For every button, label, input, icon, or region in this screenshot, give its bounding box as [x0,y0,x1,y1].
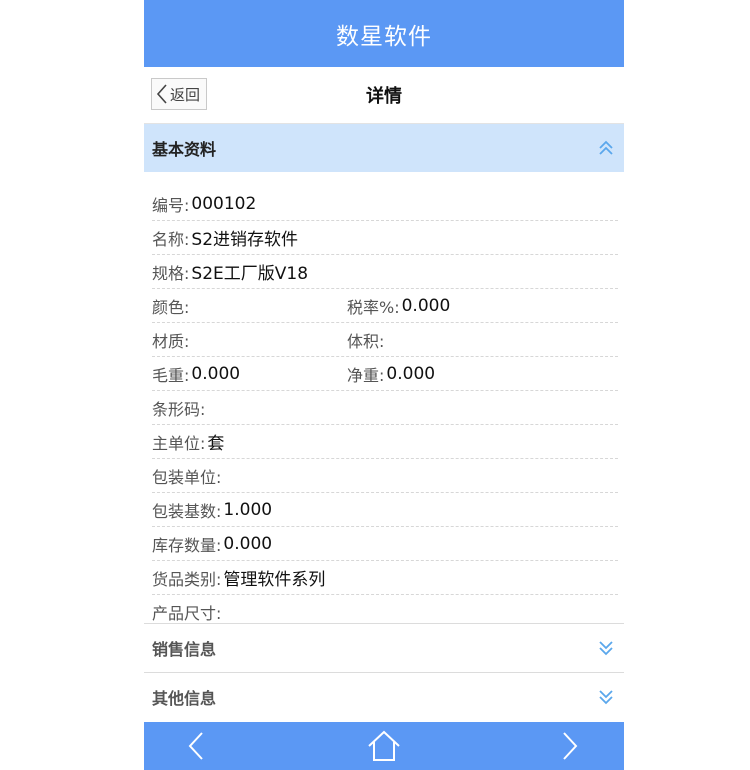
field-value: S2E工厂版V18 [191,264,309,284]
detail-row-pack-unit: 包装单位: [152,459,618,493]
home-icon [368,730,400,761]
app-screen: 数星软件 返回 详情 基本资料 编号: 000102 名称: S2进销存软件 规格:… [144,0,624,770]
double-chevron-down-icon [599,690,613,705]
field-value: 0.000 [223,533,273,554]
app-title: 数星软件 [336,23,432,50]
field-value: S2进销存软件 [191,230,299,250]
page-title: 详情 [366,86,402,107]
detail-row-material-volume: 材质: 体积: [152,323,618,357]
detail-list: 编号: 000102 名称: S2进销存软件 规格: S2E工厂版V18 颜色: 税率… [144,187,624,628]
detail-row-pack-base: 包装基数: 1.000 [152,493,618,527]
back-button[interactable]: 返回 [151,78,207,110]
detail-row-weights: 毛重: 0.000 净重: 0.000 [152,357,618,391]
field-label: 毛重: [152,365,190,385]
field-label: 规格: [152,263,190,283]
chevron-left-icon [188,732,203,760]
chevron-left-icon [156,84,167,104]
field-label: 体积: [347,331,385,351]
section-title: 基本资料 [152,140,217,159]
field-label: 货品类别: [152,569,222,589]
detail-row-color-tax: 颜色: 税率%: 0.000 [152,289,618,323]
detail-row-code: 编号: 000102 [152,187,618,221]
double-chevron-up-icon [599,140,613,155]
bottom-nav-bar [144,722,624,770]
field-label: 颜色: [152,297,190,317]
detail-row-stock: 库存数量: 0.000 [152,527,618,561]
detail-row-main-unit: 主单位: 套 [152,425,618,459]
field-value: 000102 [191,193,257,214]
section-title: 销售信息 [152,640,217,659]
back-button-label: 返回 [170,85,201,104]
detail-row-barcode: 条形码: [152,391,618,425]
field-label: 产品尺寸: [152,603,222,623]
chevron-right-icon [563,732,578,760]
subheader: 返回 详情 [144,67,624,124]
field-label: 条形码: [152,399,206,419]
field-value: 0.000 [191,363,241,384]
field-label: 库存数量: [152,535,222,555]
field-label: 名称: [152,229,190,249]
field-value: 0.000 [401,295,451,316]
field-label: 税率%: [347,297,400,317]
detail-row-spec: 规格: S2E工厂版V18 [152,255,618,289]
double-chevron-down-icon [599,641,613,656]
section-other-info-header[interactable]: 其他信息 [144,672,624,721]
field-label: 净重: [347,365,385,385]
app-header: 数星软件 [144,0,624,67]
field-label: 包装基数: [152,501,222,521]
field-value: 套 [207,434,225,454]
section-sales-info-header[interactable]: 销售信息 [144,623,624,672]
home-button[interactable] [362,722,406,770]
section-title: 其他信息 [152,689,217,708]
detail-row-category: 货品类别: 管理软件系列 [152,561,618,595]
section-basic-info-header[interactable]: 基本资料 [144,124,624,172]
next-button[interactable] [548,722,592,770]
previous-button[interactable] [174,722,218,770]
field-label: 材质: [152,331,190,351]
field-value: 0.000 [386,363,436,384]
field-label: 主单位: [152,433,206,453]
field-value: 管理软件系列 [223,570,326,590]
field-label: 包装单位: [152,467,222,487]
field-value: 1.000 [223,499,273,520]
detail-row-name: 名称: S2进销存软件 [152,221,618,255]
field-label: 编号: [152,195,190,215]
